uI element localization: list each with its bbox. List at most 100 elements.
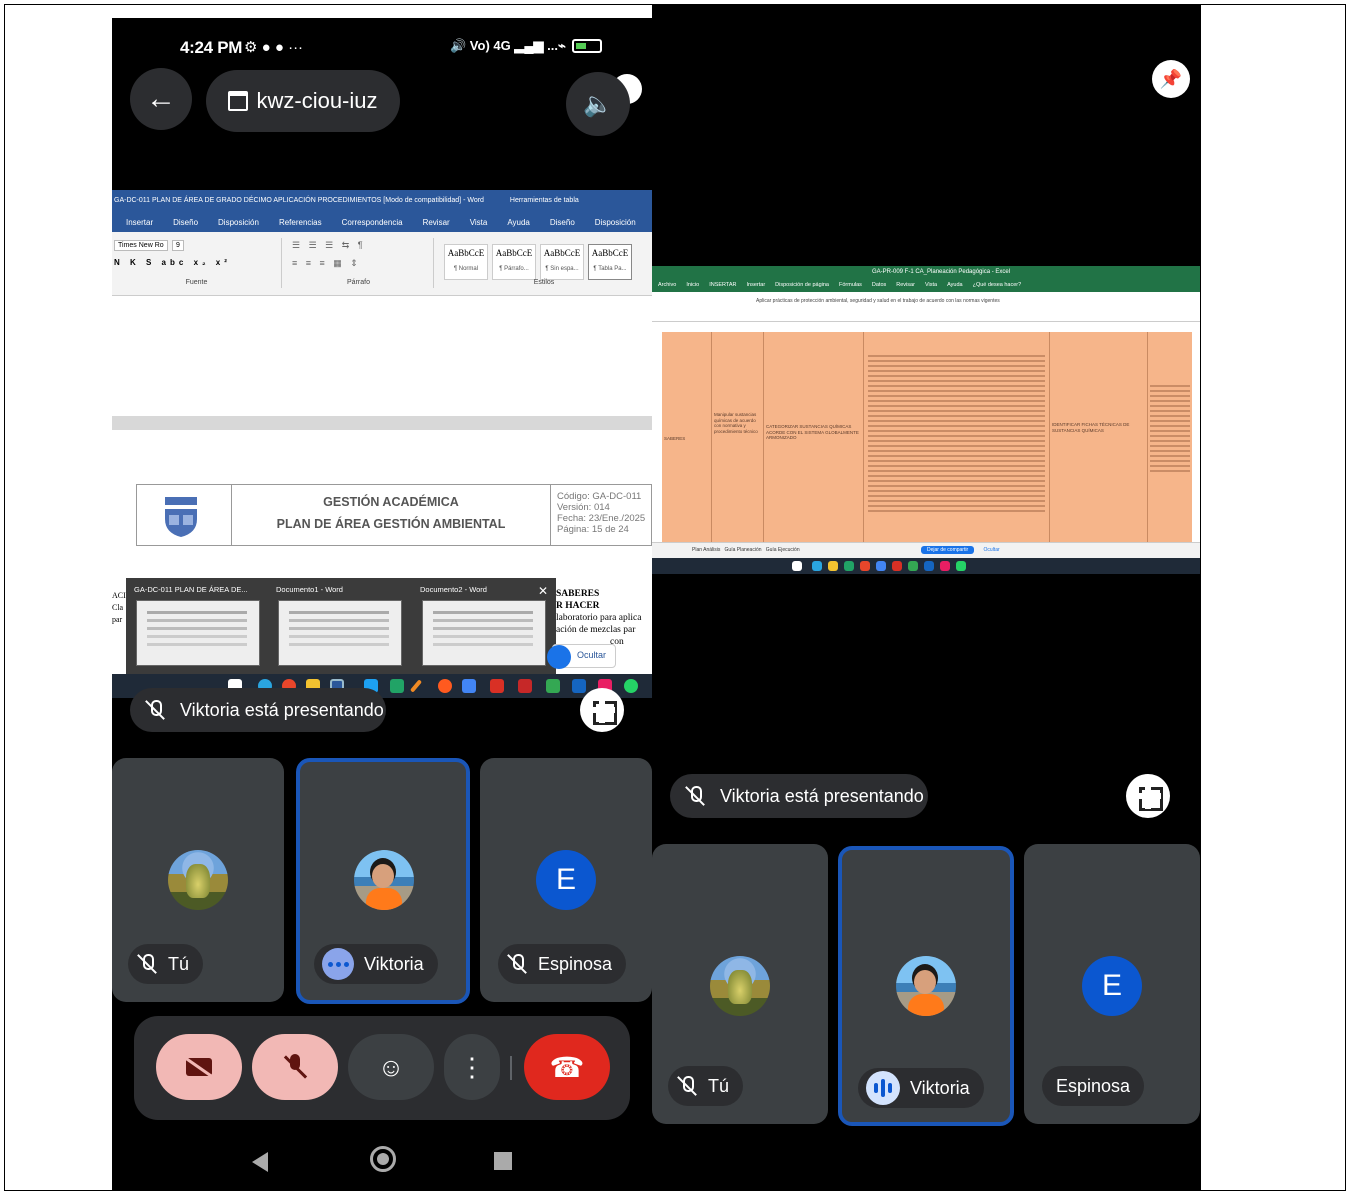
ocultar-button[interactable]: Ocultar — [984, 547, 1000, 553]
meeting-code-button[interactable]: kwz-ciou-iuz — [206, 70, 400, 132]
excel-column: SABERES — [662, 332, 712, 542]
taskbar-app-icon[interactable] — [828, 561, 838, 571]
avatar — [168, 850, 228, 910]
style-preview: AaBbCcE — [495, 248, 533, 258]
excel-text-line — [1150, 405, 1190, 407]
excel-text-line — [1150, 420, 1190, 422]
excel-text-line — [1150, 465, 1190, 467]
taskbar-app-icon[interactable] — [490, 679, 504, 693]
stop-sharing-button[interactable]: Dejar de compartir — [921, 546, 975, 554]
fullscreen-button[interactable] — [580, 688, 624, 732]
excel-text-line — [868, 415, 1045, 417]
presenting-text: Viktoria está presentando — [720, 785, 924, 806]
ribbon-label-estilos: Estilos — [533, 279, 555, 286]
doc-left-fragment: ACI Cla par — [112, 590, 126, 626]
excel-text-line — [868, 435, 1045, 437]
thumbnail-preview — [422, 600, 546, 666]
excel-sheet-tabs: Plan Análisis Guía Planeación Guía Ejecu… — [652, 542, 1200, 558]
doc-header-line1: GESTIÓN ACADÉMICA — [323, 495, 459, 509]
avatar: E — [536, 850, 596, 910]
participant-name-pill: Tú — [668, 1066, 744, 1106]
close-icon[interactable]: ✕ — [538, 584, 548, 598]
taskbar-app-icon[interactable] — [438, 679, 452, 693]
taskbar-app-icon[interactable] — [462, 679, 476, 693]
excel-tab: ¿Qué desea hacer? — [972, 282, 1022, 288]
sheet-tab[interactable]: Plan Análisis — [692, 547, 720, 553]
fullscreen-button[interactable] — [1126, 774, 1170, 818]
participant-tile-tu[interactable]: Tú — [112, 758, 284, 1002]
taskbar-app-icon[interactable] — [572, 679, 586, 693]
sheet-tab[interactable]: Guía Ejecución — [766, 547, 800, 553]
participant-tile-tu[interactable]: Tú — [652, 844, 828, 1124]
word-ribbon-tabs: Insertar Diseño Disposición Referencias … — [112, 214, 652, 232]
speaking-bars-icon — [866, 1071, 900, 1105]
reactions-button[interactable]: ☺ — [348, 1034, 434, 1100]
taskbar-app-icon[interactable] — [892, 561, 902, 571]
taskbar-app-icon[interactable] — [812, 561, 822, 571]
shared-screen-word: GA-DC-011 PLAN DE ÁREA DE GRADO DÉCIMO A… — [112, 190, 652, 698]
nav-back-icon[interactable] — [252, 1152, 268, 1172]
speaker-icon: 🔈 — [583, 90, 613, 118]
style-name: ¶ Tabla Pa... — [593, 266, 627, 272]
excel-tab: Vista — [924, 282, 938, 288]
word-tab: Correspondencia — [341, 218, 403, 227]
taskbar-app-icon[interactable] — [940, 561, 950, 571]
excel-text-line — [868, 450, 1045, 452]
excel-tab: Fórmulas — [838, 282, 862, 288]
taskbar-app-icon[interactable] — [924, 561, 934, 571]
fullscreen-icon — [589, 707, 615, 713]
more-options-button[interactable]: ⋮ — [444, 1034, 500, 1100]
avatar — [710, 956, 770, 1016]
taskbar-app-icon[interactable] — [518, 679, 532, 693]
excel-text-line — [868, 420, 1045, 422]
excel-text-line — [1150, 440, 1190, 442]
style-parrafo[interactable]: AaBbCcE ¶ Párrafo... — [492, 244, 536, 280]
participant-tile-viktoria[interactable]: Viktoria — [838, 846, 1014, 1126]
taskbar-app-icon[interactable] — [956, 561, 966, 571]
shared-screen-excel: GA-PR-009 F-1 CA_Planeación Pedagógica -… — [652, 266, 1200, 574]
doc-codigo: Código: GA-DC-011 — [557, 491, 642, 502]
thumbnail-window[interactable]: GA-DC-011 PLAN DE ÁREA DE... — [130, 582, 266, 670]
taskbar-app-icon[interactable] — [876, 561, 886, 571]
speaker-button[interactable]: 🔈 — [566, 72, 630, 136]
taskbar-thumbnail-strip: GA-DC-011 PLAN DE ÁREA DE... Documento1 … — [126, 578, 556, 674]
taskbar-app-icon[interactable] — [844, 561, 854, 571]
participant-tile-espinosa[interactable]: E Espinosa — [480, 758, 652, 1002]
taskbar-app-icon[interactable] — [624, 679, 638, 693]
nav-home-icon[interactable] — [370, 1146, 396, 1172]
mic-toggle-button[interactable] — [252, 1034, 338, 1100]
pin-button[interactable]: 📌 — [1152, 60, 1190, 98]
excel-column-dense — [1148, 332, 1192, 542]
thumbnail-window[interactable]: Documento2 - Word ✕ — [416, 582, 552, 670]
font-size-box: 9 — [172, 240, 184, 251]
style-normal[interactable]: AaBbCcE ¶ Normal — [444, 244, 488, 280]
presenting-text: Viktoria está presentando — [180, 699, 384, 720]
participant-tile-espinosa[interactable]: E Espinosa — [1024, 844, 1200, 1124]
style-sin-espacio[interactable]: AaBbCcE ¶ Sin espa... — [540, 244, 584, 280]
network-icons: 🔊 Vo) 4G ▂▄▆ ...⌁ — [450, 38, 602, 54]
taskbar-app-icon[interactable] — [860, 561, 870, 571]
mic-off-icon — [144, 699, 166, 721]
avatar — [896, 956, 956, 1016]
style-preview: AaBbCcE — [591, 248, 629, 258]
taskbar-app-icon[interactable] — [390, 679, 404, 693]
call-controls: ☺ ⋮ ☎ — [134, 1016, 630, 1120]
nav-recents-icon[interactable] — [494, 1152, 512, 1170]
sheet-tab[interactable]: Guía Planeación — [725, 547, 762, 553]
taskbar-app-icon[interactable] — [409, 679, 423, 693]
taskbar-app-icon[interactable] — [546, 679, 560, 693]
word-title-bar: GA-DC-011 PLAN DE ÁREA DE GRADO DÉCIMO A… — [112, 190, 652, 214]
style-name: ¶ Párrafo... — [499, 266, 529, 272]
excel-text-line — [1150, 430, 1190, 432]
thumbnail-window[interactable]: Documento1 - Word — [272, 582, 408, 670]
document-header-meta: Código: GA-DC-011 Versión: 014 Fecha: 23… — [557, 491, 645, 535]
excel-text-line — [868, 460, 1045, 462]
ocultar-button[interactable]: Ocultar — [547, 644, 616, 669]
taskbar-app-icon[interactable] — [908, 561, 918, 571]
end-call-button[interactable]: ☎ — [524, 1034, 610, 1100]
taskbar-app-icon[interactable] — [792, 561, 802, 571]
back-button[interactable]: ← — [130, 68, 192, 130]
style-tabla[interactable]: AaBbCcE ¶ Tabla Pa... — [588, 244, 632, 280]
camera-toggle-button[interactable] — [156, 1034, 242, 1100]
participant-tile-viktoria[interactable]: Viktoria — [296, 758, 470, 1004]
